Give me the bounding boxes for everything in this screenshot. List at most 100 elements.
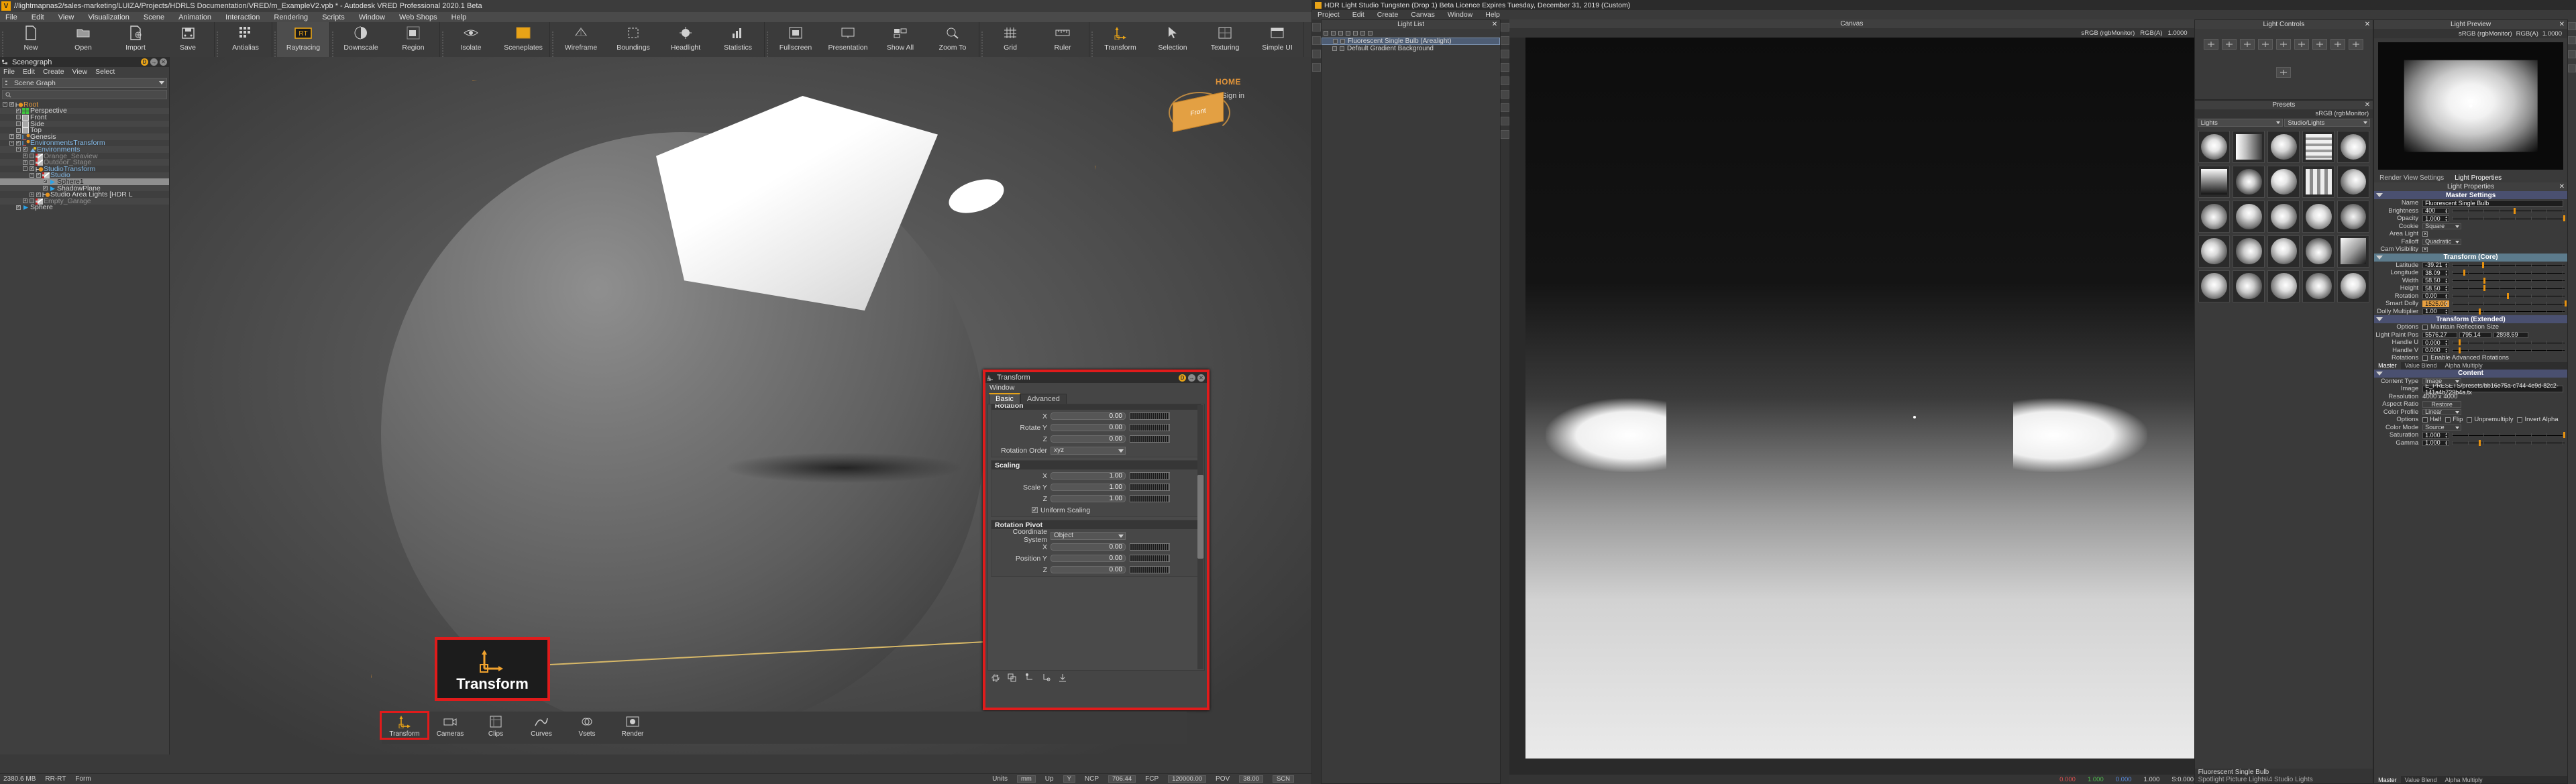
row-spinner-drag[interactable] bbox=[1130, 484, 1170, 491]
vred-menu-help[interactable]: Help bbox=[451, 13, 467, 21]
spinner-icon[interactable]: ▲ ▼ bbox=[2445, 270, 2448, 277]
toolbar-grip[interactable] bbox=[1089, 22, 1094, 57]
property-number-input[interactable]: 0.000 ▲ ▼ bbox=[2422, 339, 2450, 346]
pivot-to-center-icon[interactable] bbox=[1041, 673, 1051, 683]
property-number-input[interactable]: 1525.00 ▲ ▼ bbox=[2422, 300, 2450, 307]
property-select[interactable]: Source bbox=[2422, 424, 2462, 431]
toolbar-open-button[interactable]: Open bbox=[57, 22, 109, 57]
toolbar-zoom-to-button[interactable]: Zoom To bbox=[926, 22, 979, 57]
property-number-input[interactable]: 1.000 ▲ ▼ bbox=[2422, 432, 2450, 439]
presets-colorspace[interactable]: sRGB (rgbMonitor) bbox=[2194, 109, 2373, 118]
row-input[interactable]: 0.00 bbox=[1051, 435, 1126, 443]
scenegraph-menu-file[interactable]: File bbox=[3, 68, 15, 76]
hls-menu-project[interactable]: Project bbox=[1318, 11, 1340, 19]
property-number-input[interactable]: 58.50 ▲ ▼ bbox=[2422, 285, 2450, 292]
light-list-tool-2[interactable] bbox=[1338, 31, 1344, 36]
spinner-icon[interactable]: ▲ ▼ bbox=[2445, 440, 2448, 447]
preset-thumbnail-12[interactable] bbox=[2267, 200, 2300, 233]
tree-expander[interactable]: + bbox=[23, 160, 28, 165]
status-up-value[interactable]: Y bbox=[1063, 775, 1075, 783]
tool-button-3[interactable] bbox=[1312, 63, 1321, 72]
slider-knob[interactable] bbox=[2459, 339, 2461, 345]
row-spinner-drag[interactable] bbox=[1130, 495, 1170, 502]
scenegraph-node-root[interactable]: - ✓ Root bbox=[0, 101, 169, 109]
tree-visibility-checkbox[interactable] bbox=[16, 121, 21, 127]
toolbar-isolate-button[interactable]: Isolate bbox=[445, 22, 497, 57]
master-tab-master[interactable]: Master bbox=[2374, 361, 2401, 370]
status-fcp-value[interactable]: 120000.00 bbox=[1168, 775, 1207, 783]
light-list-tool-5[interactable] bbox=[1360, 31, 1366, 36]
tree-expander[interactable]: + bbox=[9, 134, 14, 139]
tree-visibility-checkbox[interactable]: ✓ bbox=[43, 186, 48, 191]
scenegraph-node-top[interactable]: Top bbox=[0, 126, 169, 134]
property-number-input[interactable]: 0.00 ▲ ▼ bbox=[2422, 292, 2450, 300]
vred-menu-view[interactable]: View bbox=[58, 13, 74, 21]
tool-button-5[interactable] bbox=[1501, 90, 1510, 99]
spinner-icon[interactable]: ▲ ▼ bbox=[2445, 208, 2448, 215]
hls-menu-window[interactable]: Window bbox=[1448, 11, 1472, 19]
bottom-clips-button[interactable]: Clips bbox=[473, 713, 519, 738]
transform-close-icon[interactable]: ✕ bbox=[1197, 374, 1205, 382]
tree-expander[interactable]: - bbox=[23, 166, 28, 172]
preset-thumbnail-16[interactable] bbox=[2233, 235, 2265, 268]
tool-button-2[interactable] bbox=[1312, 50, 1321, 58]
property-tab-light-properties[interactable]: Light Properties bbox=[2449, 174, 2508, 182]
toolbar-save-button[interactable]: Save bbox=[162, 22, 214, 57]
toolbar-selection-button[interactable]: Selection bbox=[1146, 22, 1199, 57]
scenegraph-menu-view[interactable]: View bbox=[72, 68, 88, 76]
presets-grid[interactable] bbox=[2195, 127, 2373, 769]
preset-thumbnail-17[interactable] bbox=[2267, 235, 2300, 268]
preset-thumbnail-5[interactable] bbox=[2198, 165, 2231, 198]
status-scn[interactable]: SCN bbox=[1272, 775, 1294, 783]
transform-scroll-thumb[interactable] bbox=[1197, 475, 1203, 559]
tree-visibility-checkbox[interactable]: ✓ bbox=[36, 192, 41, 197]
preset-thumbnail-1[interactable] bbox=[2233, 131, 2265, 163]
canvas-colorspace-select[interactable]: sRGB (rgbMonitor) bbox=[2082, 30, 2135, 37]
property-number-input[interactable]: 1.00 ▲ ▼ bbox=[2422, 308, 2450, 315]
row-spinner-drag[interactable] bbox=[1130, 543, 1170, 551]
light-visibility-toggle[interactable] bbox=[1332, 46, 1338, 51]
close-icon[interactable]: ✕ bbox=[160, 58, 167, 66]
toolbar-fullscreen-button[interactable]: Fullscreen bbox=[769, 22, 822, 57]
bottom-cameras-button[interactable]: Cameras bbox=[427, 713, 473, 738]
slider-knob[interactable] bbox=[2482, 262, 2485, 268]
dock-indicator-icon[interactable]: D bbox=[141, 58, 148, 66]
presets-tab-studio-lights[interactable]: Studio/Lights bbox=[2284, 119, 2371, 127]
tree-visibility-checkbox[interactable]: ✓ bbox=[30, 166, 34, 172]
property-number-input[interactable]: 0.000 ▲ ▼ bbox=[2422, 347, 2450, 354]
spinner-icon[interactable]: ▲ ▼ bbox=[2445, 216, 2448, 223]
row-spinner-drag[interactable] bbox=[1130, 412, 1170, 420]
tree-expander[interactable]: - bbox=[3, 102, 7, 107]
preview-exposure[interactable]: 1.0000 bbox=[2542, 30, 2562, 38]
transform-dialog[interactable]: Transform D → ✕ Window Basic Advanced Rot… bbox=[983, 370, 1210, 710]
vred-menu-web-shops[interactable]: Web Shops bbox=[399, 13, 437, 21]
spinner-icon[interactable]: ▲ ▼ bbox=[2445, 309, 2448, 315]
spinner-icon[interactable]: ▲ ▼ bbox=[2445, 433, 2448, 439]
bottom-curves-button[interactable]: Curves bbox=[519, 713, 564, 738]
property-slider[interactable] bbox=[2452, 339, 2565, 346]
preview-colorspace[interactable]: sRGB (rgbMonitor) bbox=[2459, 30, 2512, 38]
slider-knob[interactable] bbox=[2463, 270, 2465, 276]
light-list-item-0[interactable]: Fluorescent Single Bulb (Arealight) bbox=[1322, 38, 1501, 45]
spinner-icon[interactable]: ▲ ▼ bbox=[2445, 347, 2448, 354]
status-units-value[interactable]: mm bbox=[1016, 775, 1036, 783]
properties-close-icon[interactable]: ✕ bbox=[2559, 183, 2565, 190]
light-list-tool-1[interactable] bbox=[1331, 31, 1336, 36]
toolbar-grip[interactable] bbox=[550, 22, 555, 57]
property-slider[interactable] bbox=[2452, 277, 2565, 284]
row-input[interactable]: 1.00 bbox=[1051, 484, 1126, 491]
tool-button-3[interactable] bbox=[1501, 63, 1510, 72]
preset-thumbnail-3[interactable] bbox=[2302, 131, 2335, 163]
row-input[interactable]: 0.00 bbox=[1051, 543, 1126, 551]
property-checkbox[interactable] bbox=[2422, 324, 2428, 330]
row-select[interactable]: Object bbox=[1051, 531, 1126, 540]
vred-menu-rendering[interactable]: Rendering bbox=[274, 13, 308, 21]
hls-menu-help[interactable]: Help bbox=[1485, 11, 1500, 19]
toolbar-region-button[interactable]: Region bbox=[387, 22, 439, 57]
canvas-channels-select[interactable]: RGB(A) bbox=[2140, 30, 2162, 37]
tree-visibility-checkbox[interactable]: ✓ bbox=[16, 134, 21, 139]
toolbar-grip[interactable] bbox=[215, 22, 219, 57]
toolbar-downscale-button[interactable]: Downscale bbox=[335, 22, 387, 57]
toolbar-grip[interactable] bbox=[979, 22, 984, 57]
tree-visibility-checkbox[interactable]: ✓ bbox=[9, 102, 14, 107]
